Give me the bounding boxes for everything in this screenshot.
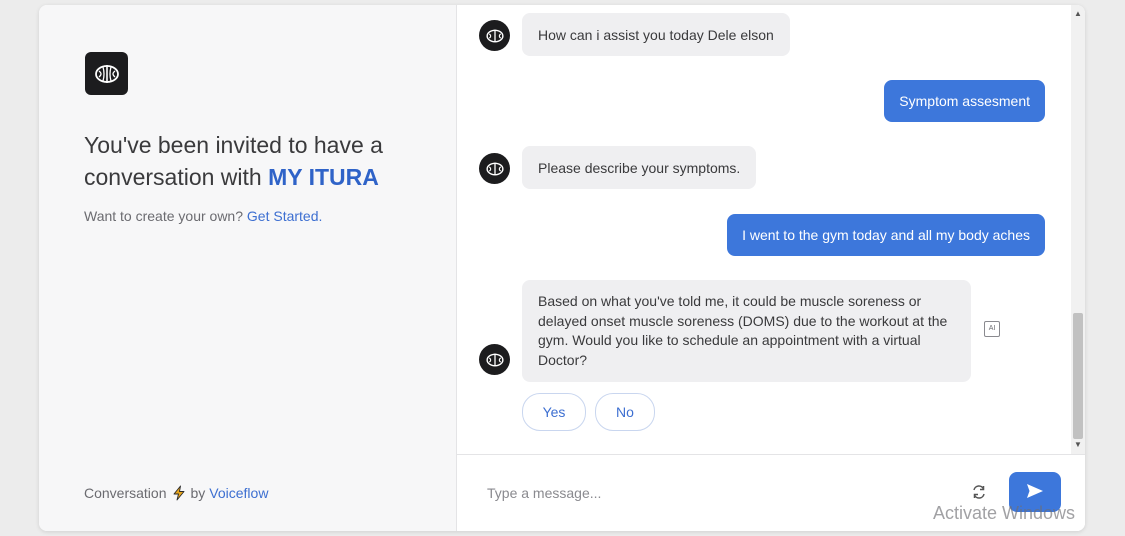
create-own-prompt: Want to create your own? Get Started.	[84, 208, 322, 224]
scroll-thumb[interactable]	[1073, 313, 1083, 439]
bot-avatar-icon	[479, 153, 510, 184]
choice-no-button[interactable]: No	[595, 393, 655, 431]
brand-name: MY ITURA	[268, 164, 379, 190]
footer-by-label: by	[190, 485, 206, 501]
message-input[interactable]	[485, 477, 939, 509]
brain-logo-icon	[85, 52, 128, 95]
user-message: I went to the gym today and all my body …	[727, 214, 1045, 256]
scroll-up-arrow-icon[interactable]: ▲	[1071, 7, 1085, 21]
chat-scrollbar[interactable]: ▲ ▼	[1071, 5, 1085, 454]
footer-conversation-label: Conversation	[84, 485, 167, 501]
bot-message: How can i assist you today Dele elson	[522, 13, 790, 56]
invite-heading: You've been invited to have a conversati…	[84, 129, 424, 193]
get-started-link[interactable]: Get Started.	[247, 208, 322, 224]
powered-by-footer: Conversation by Voiceflow	[84, 485, 268, 501]
message-list[interactable]: How can i assist you today Dele elson Sy…	[457, 5, 1085, 454]
bot-avatar-icon	[479, 20, 510, 51]
ai-generated-icon[interactable]: AI	[984, 321, 1000, 337]
lightning-bolt-icon	[171, 485, 187, 501]
bot-message: Please describe your symptoms.	[522, 146, 757, 189]
refresh-icon[interactable]	[971, 484, 987, 500]
chat-widget-card: You've been invited to have a conversati…	[39, 5, 1085, 531]
user-message: Symptom assesment	[884, 80, 1045, 122]
create-own-text: Want to create your own?	[84, 208, 247, 224]
bot-message: Based on what you've told me, it could b…	[522, 280, 971, 382]
voiceflow-link[interactable]: Voiceflow	[209, 485, 268, 501]
choice-yes-button[interactable]: Yes	[522, 393, 586, 431]
invite-panel: You've been invited to have a conversati…	[39, 5, 457, 531]
activate-windows-watermark: Activate Windows	[933, 503, 1076, 523]
bot-avatar-icon	[479, 344, 510, 375]
send-icon	[1026, 483, 1044, 502]
scroll-down-arrow-icon[interactable]: ▼	[1071, 438, 1085, 452]
